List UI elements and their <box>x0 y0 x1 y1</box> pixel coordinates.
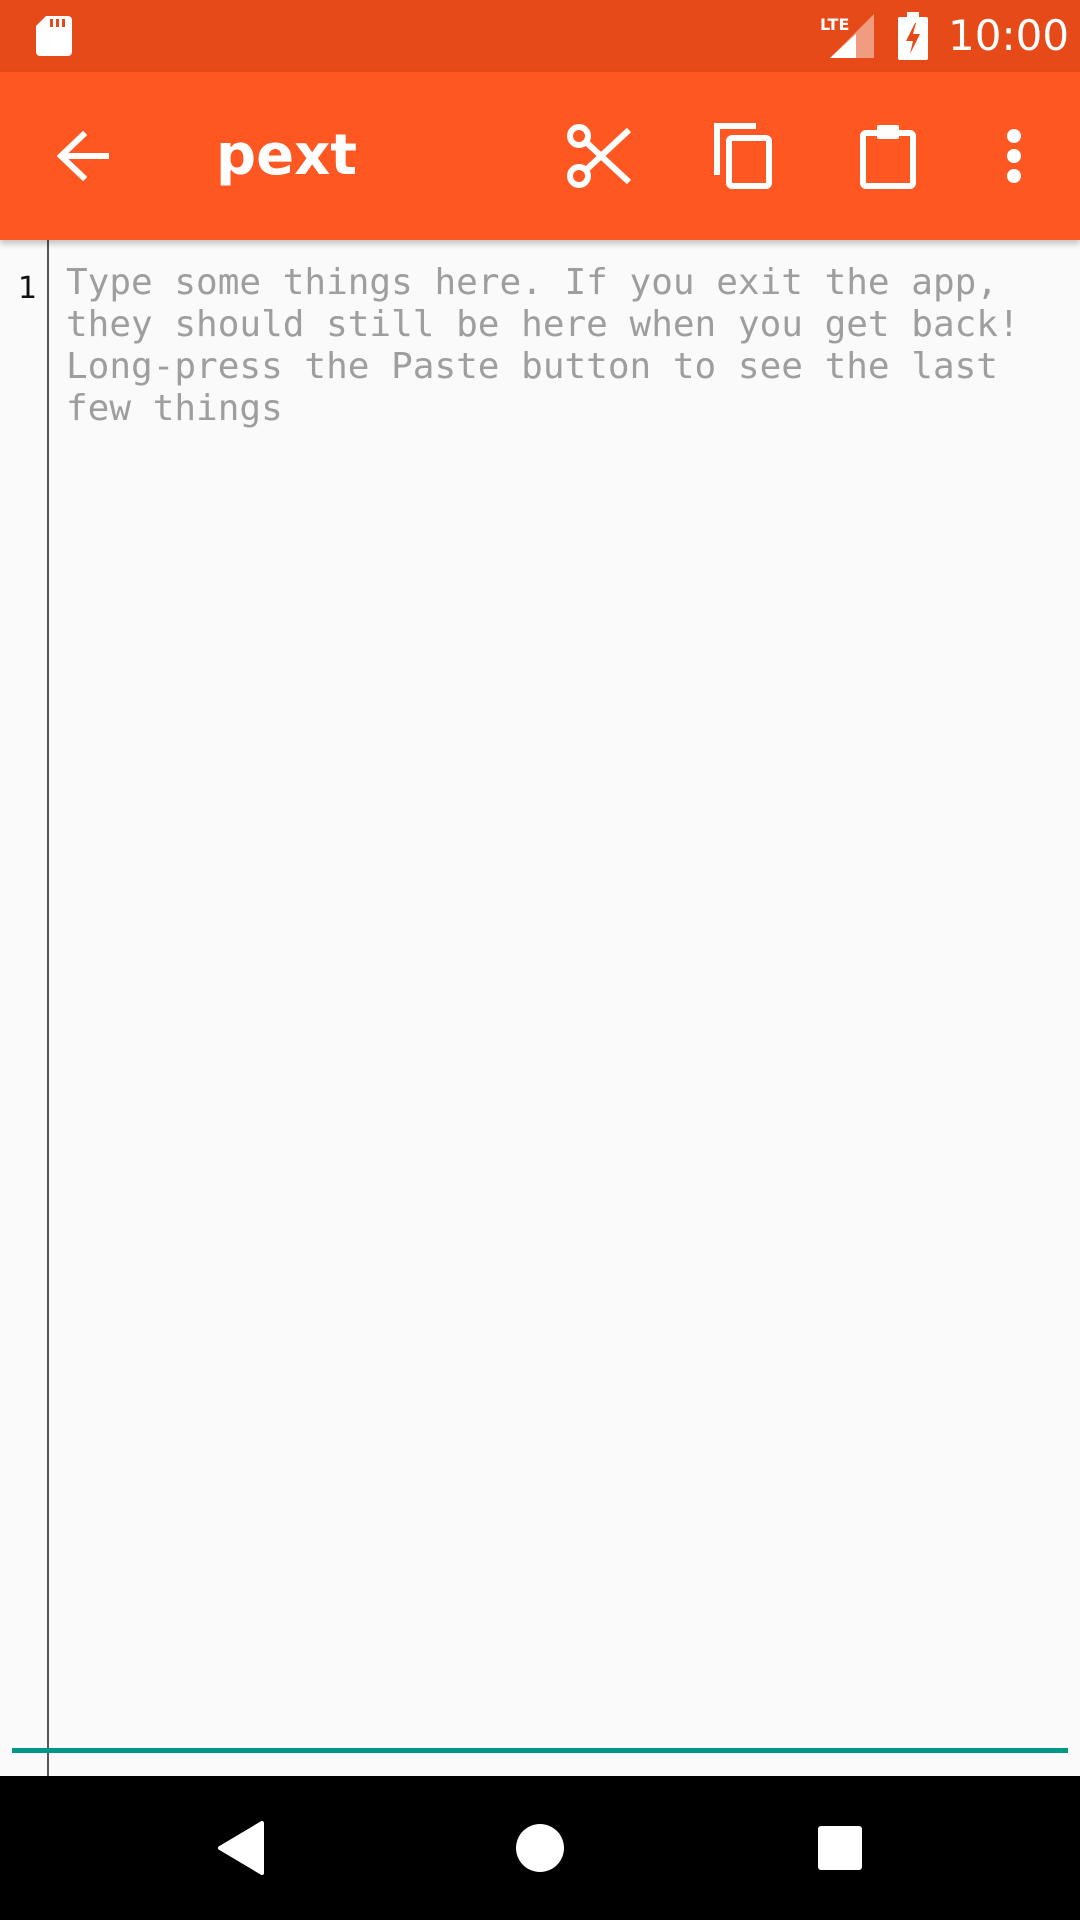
more-vert-icon <box>1007 129 1021 183</box>
nav-recents-icon <box>818 1826 862 1870</box>
status-bar: LTE 10:00 <box>0 0 1080 72</box>
cut-icon <box>567 124 632 188</box>
copy-button[interactable] <box>696 108 792 204</box>
back-button[interactable] <box>36 108 132 204</box>
copy-icon <box>714 123 772 189</box>
paste-button[interactable] <box>840 108 936 204</box>
app-bar: pext <box>0 72 1080 240</box>
line-number: 1 <box>18 271 38 306</box>
editor-placeholder[interactable]: Type some things here. If you exit the a… <box>66 262 1066 430</box>
text-editor[interactable]: 1 Type some things here. If you exit the… <box>0 240 1080 1776</box>
navigation-bar <box>0 1776 1080 1920</box>
nav-back-button[interactable] <box>192 1800 288 1896</box>
battery-charging-icon <box>898 12 928 60</box>
back-arrow-icon <box>57 131 109 181</box>
paste-icon <box>860 125 916 189</box>
line-number-gutter: 1 <box>0 240 49 1776</box>
nav-back-icon <box>218 1821 264 1875</box>
more-options-button[interactable] <box>966 108 1062 204</box>
status-time: 10:00 <box>948 11 1070 60</box>
nav-recents-button[interactable] <box>792 1800 888 1896</box>
sd-card-icon <box>36 16 72 56</box>
app-title: pext <box>216 123 357 188</box>
lte-signal-icon: LTE <box>820 14 874 58</box>
nav-home-icon <box>516 1824 564 1872</box>
network-type-label: LTE <box>820 15 849 34</box>
editor-focus-underline <box>12 1748 1068 1753</box>
nav-home-button[interactable] <box>492 1800 588 1896</box>
cut-button[interactable] <box>552 108 648 204</box>
